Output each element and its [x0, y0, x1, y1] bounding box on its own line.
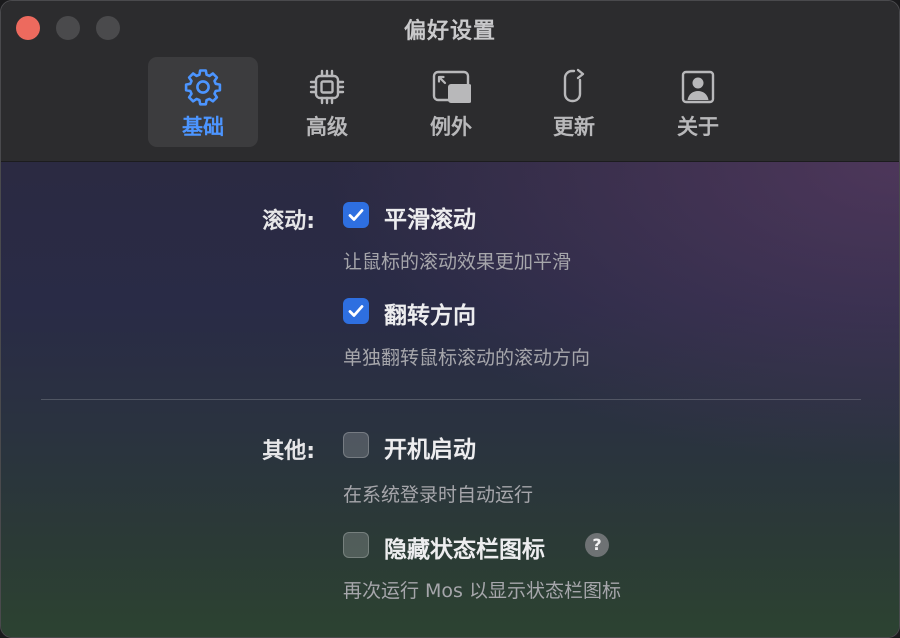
tab-exceptions-label: 例外 [430, 115, 472, 139]
window-title: 偏好设置 [403, 19, 496, 44]
tab-update-label: 更新 [553, 115, 595, 139]
tab-basic-label: 基础 [182, 115, 224, 139]
title-bar: 偏好设置 基础 高级 例外 更新 关于 [1, 1, 899, 162]
hide-status-icon-checkbox[interactable] [343, 532, 369, 558]
reverse-direction-description: 单独翻转鼠标滚动的滚动方向 [343, 347, 591, 369]
smooth-scroll-label[interactable]: 平滑滚动 [384, 200, 476, 234]
hide-status-icon-label[interactable]: 隐藏状态栏图标 [384, 530, 545, 564]
tab-advanced[interactable]: 高级 [272, 57, 382, 147]
person-card-icon [681, 70, 715, 104]
preferences-content: 滚动: 平滑滚动 让鼠标的滚动效果更加平滑 翻转方向 单独翻转鼠标滚动的滚动方向… [1, 162, 899, 637]
smooth-scroll-description: 让鼠标的滚动效果更加平滑 [343, 251, 572, 273]
tab-basic[interactable]: 基础 [148, 57, 258, 147]
other-section-label: 其他: [262, 439, 315, 464]
help-icon[interactable]: ? [585, 533, 609, 557]
preferences-toolbar: 基础 高级 例外 更新 关于 [1, 57, 899, 147]
preferences-window: 偏好设置 基础 高级 例外 更新 关于 滚动: 平滑滚动 让鼠标的滚动效果更加平… [0, 0, 900, 638]
window-exception-icon [432, 70, 471, 103]
tab-exceptions[interactable]: 例外 [396, 57, 506, 147]
checkmark-icon [348, 305, 364, 317]
tab-about-label: 关于 [677, 115, 719, 139]
tab-about[interactable]: 关于 [643, 57, 753, 147]
tab-update[interactable]: 更新 [519, 57, 629, 147]
scroll-section-label: 滚动: [262, 209, 315, 234]
smooth-scroll-checkbox[interactable] [343, 202, 369, 228]
launch-at-login-label[interactable]: 开机启动 [384, 430, 476, 464]
reverse-direction-checkbox[interactable] [343, 298, 369, 324]
reverse-direction-label[interactable]: 翻转方向 [384, 296, 476, 330]
cpu-chip-icon [309, 69, 345, 105]
hide-status-icon-description: 再次运行 Mos 以显示状态栏图标 [343, 580, 621, 602]
gear-icon [184, 69, 222, 106]
launch-at-login-checkbox[interactable] [343, 432, 369, 458]
checkmark-icon [348, 209, 364, 221]
section-divider [41, 399, 861, 400]
mouse-refresh-icon [563, 68, 585, 103]
launch-at-login-description: 在系统登录时自动运行 [343, 484, 534, 506]
tab-advanced-label: 高级 [306, 115, 348, 139]
